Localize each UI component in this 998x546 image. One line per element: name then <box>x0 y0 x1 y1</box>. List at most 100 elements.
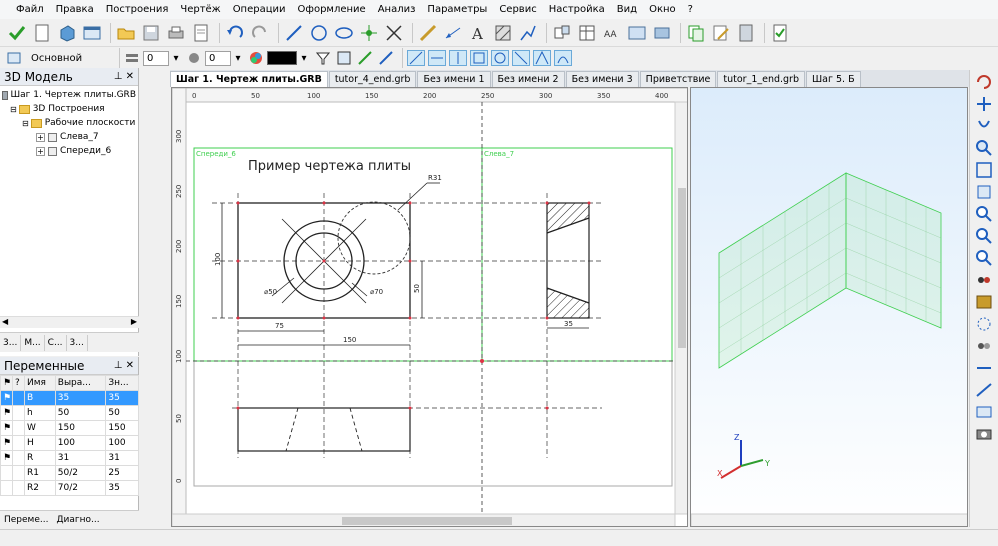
snap-toggle-icon[interactable] <box>449 50 467 66</box>
document-icon[interactable] <box>190 22 212 44</box>
edit-icon[interactable] <box>710 22 732 44</box>
node-tool-icon[interactable] <box>358 22 380 44</box>
dim-d50[interactable]: ⌀50 <box>264 288 277 296</box>
table-row[interactable]: ⚑ R 31 31 <box>0 450 139 466</box>
menu-file[interactable]: Файл <box>16 4 44 15</box>
layer-field[interactable]: 0 <box>143 50 169 66</box>
r31-arc[interactable] <box>337 201 411 275</box>
dim-d70[interactable]: ⌀70 <box>370 288 383 296</box>
horizontal-scrollbar[interactable]: ◀ ▶ <box>0 316 139 328</box>
filter-icon[interactable] <box>314 50 332 66</box>
trim-tool-icon[interactable] <box>383 22 405 44</box>
table-row[interactable]: R2 70/2 35 <box>0 480 139 496</box>
menu-service[interactable]: Сервис <box>499 4 536 15</box>
snap-icon[interactable] <box>335 50 353 66</box>
pin-close-icon[interactable]: ⊥ ✕ <box>114 360 134 371</box>
table-row[interactable]: ⚑ W 150 150 <box>0 420 139 436</box>
level-field[interactable]: 0 <box>205 50 231 66</box>
chevron-down-icon[interactable]: ▾ <box>169 50 183 66</box>
dim-h50[interactable]: 50 <box>413 284 421 293</box>
undo-icon[interactable] <box>224 22 246 44</box>
calculator-icon[interactable] <box>735 22 757 44</box>
plane-view-icon[interactable] <box>974 403 994 421</box>
menu-window[interactable]: Окно <box>649 4 676 15</box>
snap-icon[interactable] <box>356 50 374 66</box>
table-icon[interactable] <box>576 22 598 44</box>
3d-view-window[interactable]: Z X Y <box>690 87 968 527</box>
tree-item-left-7[interactable]: + Слева_7 <box>2 130 136 144</box>
zoom-in-icon[interactable] <box>974 205 994 223</box>
snap-icon[interactable] <box>377 50 395 66</box>
menu-edit[interactable]: Правка <box>56 4 94 15</box>
table-row[interactable]: ⚑ B 35 35 <box>0 390 139 406</box>
table-row[interactable]: ⚑ H 100 100 <box>0 435 139 451</box>
horizontal-scrollbar[interactable] <box>691 513 968 527</box>
wireframe-icon[interactable] <box>974 315 994 333</box>
hidden-lines-icon[interactable] <box>974 337 994 355</box>
rotate-view-icon[interactable] <box>974 73 994 91</box>
snap-toggle-icon[interactable] <box>470 50 488 66</box>
snap-toggle-icon[interactable] <box>554 50 572 66</box>
zoom-previous-icon[interactable] <box>974 249 994 267</box>
tab-document[interactable]: Без имени 2 <box>491 71 565 87</box>
dim-b35[interactable]: 35 <box>564 320 573 328</box>
menu-help[interactable]: ? <box>688 4 693 15</box>
pencil-icon[interactable] <box>417 22 439 44</box>
checkmark-icon[interactable] <box>6 22 28 44</box>
zoom-window-icon[interactable] <box>974 183 994 201</box>
dim-w75[interactable]: 75 <box>275 322 284 330</box>
tab-document[interactable]: Без имени 3 <box>565 71 639 87</box>
new-document-icon[interactable] <box>31 22 53 44</box>
dim-r31[interactable]: R31 <box>428 174 442 182</box>
polyline-icon[interactable] <box>517 22 539 44</box>
tab-document[interactable]: tutor_4_end.grb <box>328 71 417 87</box>
menu-view[interactable]: Вид <box>617 4 637 15</box>
pan-view-icon[interactable] <box>974 95 994 113</box>
tab-diagnostics[interactable]: Диагно... <box>52 515 103 525</box>
line-tool-icon[interactable] <box>283 22 305 44</box>
copy-icon[interactable] <box>685 22 707 44</box>
color-swatch[interactable] <box>267 51 297 65</box>
menu-parameters[interactable]: Параметры <box>427 4 487 15</box>
menu-construct[interactable]: Построения <box>106 4 169 15</box>
column-header[interactable]: ? <box>12 375 25 391</box>
menu-settings[interactable]: Настройка <box>549 4 605 15</box>
pin-close-icon[interactable]: ⊥ ✕ <box>114 71 134 82</box>
zoom-out-icon[interactable] <box>974 227 994 245</box>
image-icon[interactable] <box>626 22 648 44</box>
text-tool-icon[interactable]: A <box>467 22 489 44</box>
tree-item-front-6[interactable]: + Спереди_6 <box>2 144 136 158</box>
tab-document[interactable]: Шаг 1. Чертеж плиты.GRB <box>170 71 328 87</box>
hatch-tool-icon[interactable] <box>492 22 514 44</box>
table-row[interactable]: R1 50/2 25 <box>0 465 139 481</box>
camera-icon[interactable] <box>974 425 994 443</box>
open-folder-icon[interactable] <box>115 22 137 44</box>
text-format-icon[interactable]: AA <box>601 22 623 44</box>
snap-toggle-icon[interactable] <box>428 50 446 66</box>
snap-toggle-icon[interactable] <box>533 50 551 66</box>
tab-m[interactable]: М... <box>21 334 45 351</box>
snap-toggle-icon[interactable] <box>491 50 509 66</box>
print-icon[interactable] <box>165 22 187 44</box>
table-row[interactable]: ⚑ h 50 50 <box>0 405 139 421</box>
tab-3[interactable]: 3... <box>67 334 88 351</box>
3d-box-icon[interactable] <box>56 22 78 44</box>
redo-icon[interactable] <box>249 22 271 44</box>
tree-item-3d-constructions[interactable]: ⊟ 3D Построения <box>2 102 136 116</box>
dim-h100[interactable]: 100 <box>214 253 222 266</box>
tab-document[interactable]: tutor_1_end.grb <box>717 71 805 87</box>
chevron-down-icon[interactable]: ▾ <box>231 50 245 66</box>
column-header[interactable]: Выра... <box>54 375 107 391</box>
ellipse-tool-icon[interactable] <box>333 22 355 44</box>
measure-icon[interactable] <box>974 381 994 399</box>
drawing-canvas[interactable]: 0 50 100 150 200 250 300 350 400 300 250… <box>171 87 688 527</box>
library-icon[interactable] <box>651 22 673 44</box>
tab-3d[interactable]: 3... <box>0 334 22 351</box>
section-icon[interactable] <box>974 359 994 377</box>
circle-tool-icon[interactable] <box>308 22 330 44</box>
render-mode-icon[interactable] <box>974 271 994 289</box>
tree-root[interactable]: Шаг 1. Чертеж плиты.GRB <box>2 88 136 102</box>
scroll-thumb[interactable] <box>342 517 512 525</box>
menu-drawing[interactable]: Чертёж <box>180 4 220 15</box>
dimension-icon[interactable] <box>442 22 464 44</box>
